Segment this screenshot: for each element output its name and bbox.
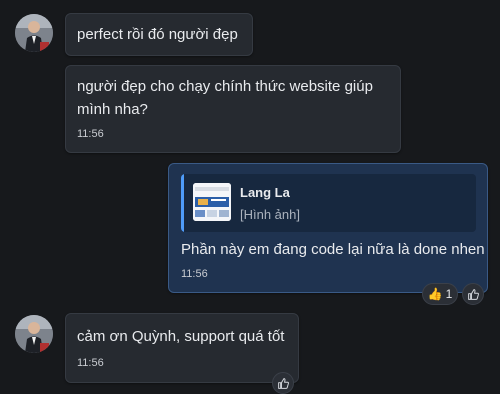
message-bubble[interactable]: perfect rồi đó người đẹp	[65, 13, 253, 56]
message-bubble[interactable]: cảm ơn Quỳnh, support quá tốt 11:56	[65, 313, 299, 383]
image-thumbnail	[193, 183, 231, 221]
react-button[interactable]	[462, 283, 484, 305]
message-time: 11:56	[77, 357, 104, 369]
avatar[interactable]	[15, 315, 53, 353]
message-time: 11:56	[181, 268, 208, 280]
react-button[interactable]	[272, 372, 294, 394]
quote-accent-bar	[181, 174, 184, 232]
avatar[interactable]	[15, 14, 53, 52]
reaction-count: 1	[445, 287, 453, 301]
message-text: perfect rồi đó người đẹp	[77, 26, 238, 43]
thumbs-up-icon	[467, 288, 479, 300]
message-text: cảm ơn Quỳnh, support quá tốt	[77, 328, 285, 345]
reaction-badge[interactable]: 👍 1	[422, 283, 458, 305]
message-text-line: người đẹp cho chạy chính thức website gi…	[77, 78, 373, 95]
message-time: 11:56	[77, 128, 104, 140]
thumbs-up-icon	[277, 377, 289, 389]
message-text: Phần này em đang code lại nữa là done nh…	[181, 241, 485, 258]
quoted-message[interactable]: Lang La [Hình ảnh]	[181, 174, 476, 232]
message-bubble[interactable]: người đẹp cho chạy chính thức website gi…	[65, 65, 401, 153]
message-text-line: mình nha?	[77, 101, 148, 118]
quote-preview: [Hình ảnh]	[240, 207, 300, 222]
quote-sender: Lang La	[240, 185, 290, 200]
message-bubble-outgoing[interactable]: Lang La [Hình ảnh] Phần này em đang code…	[168, 163, 488, 293]
thumbs-up-icon: 👍	[427, 287, 443, 301]
